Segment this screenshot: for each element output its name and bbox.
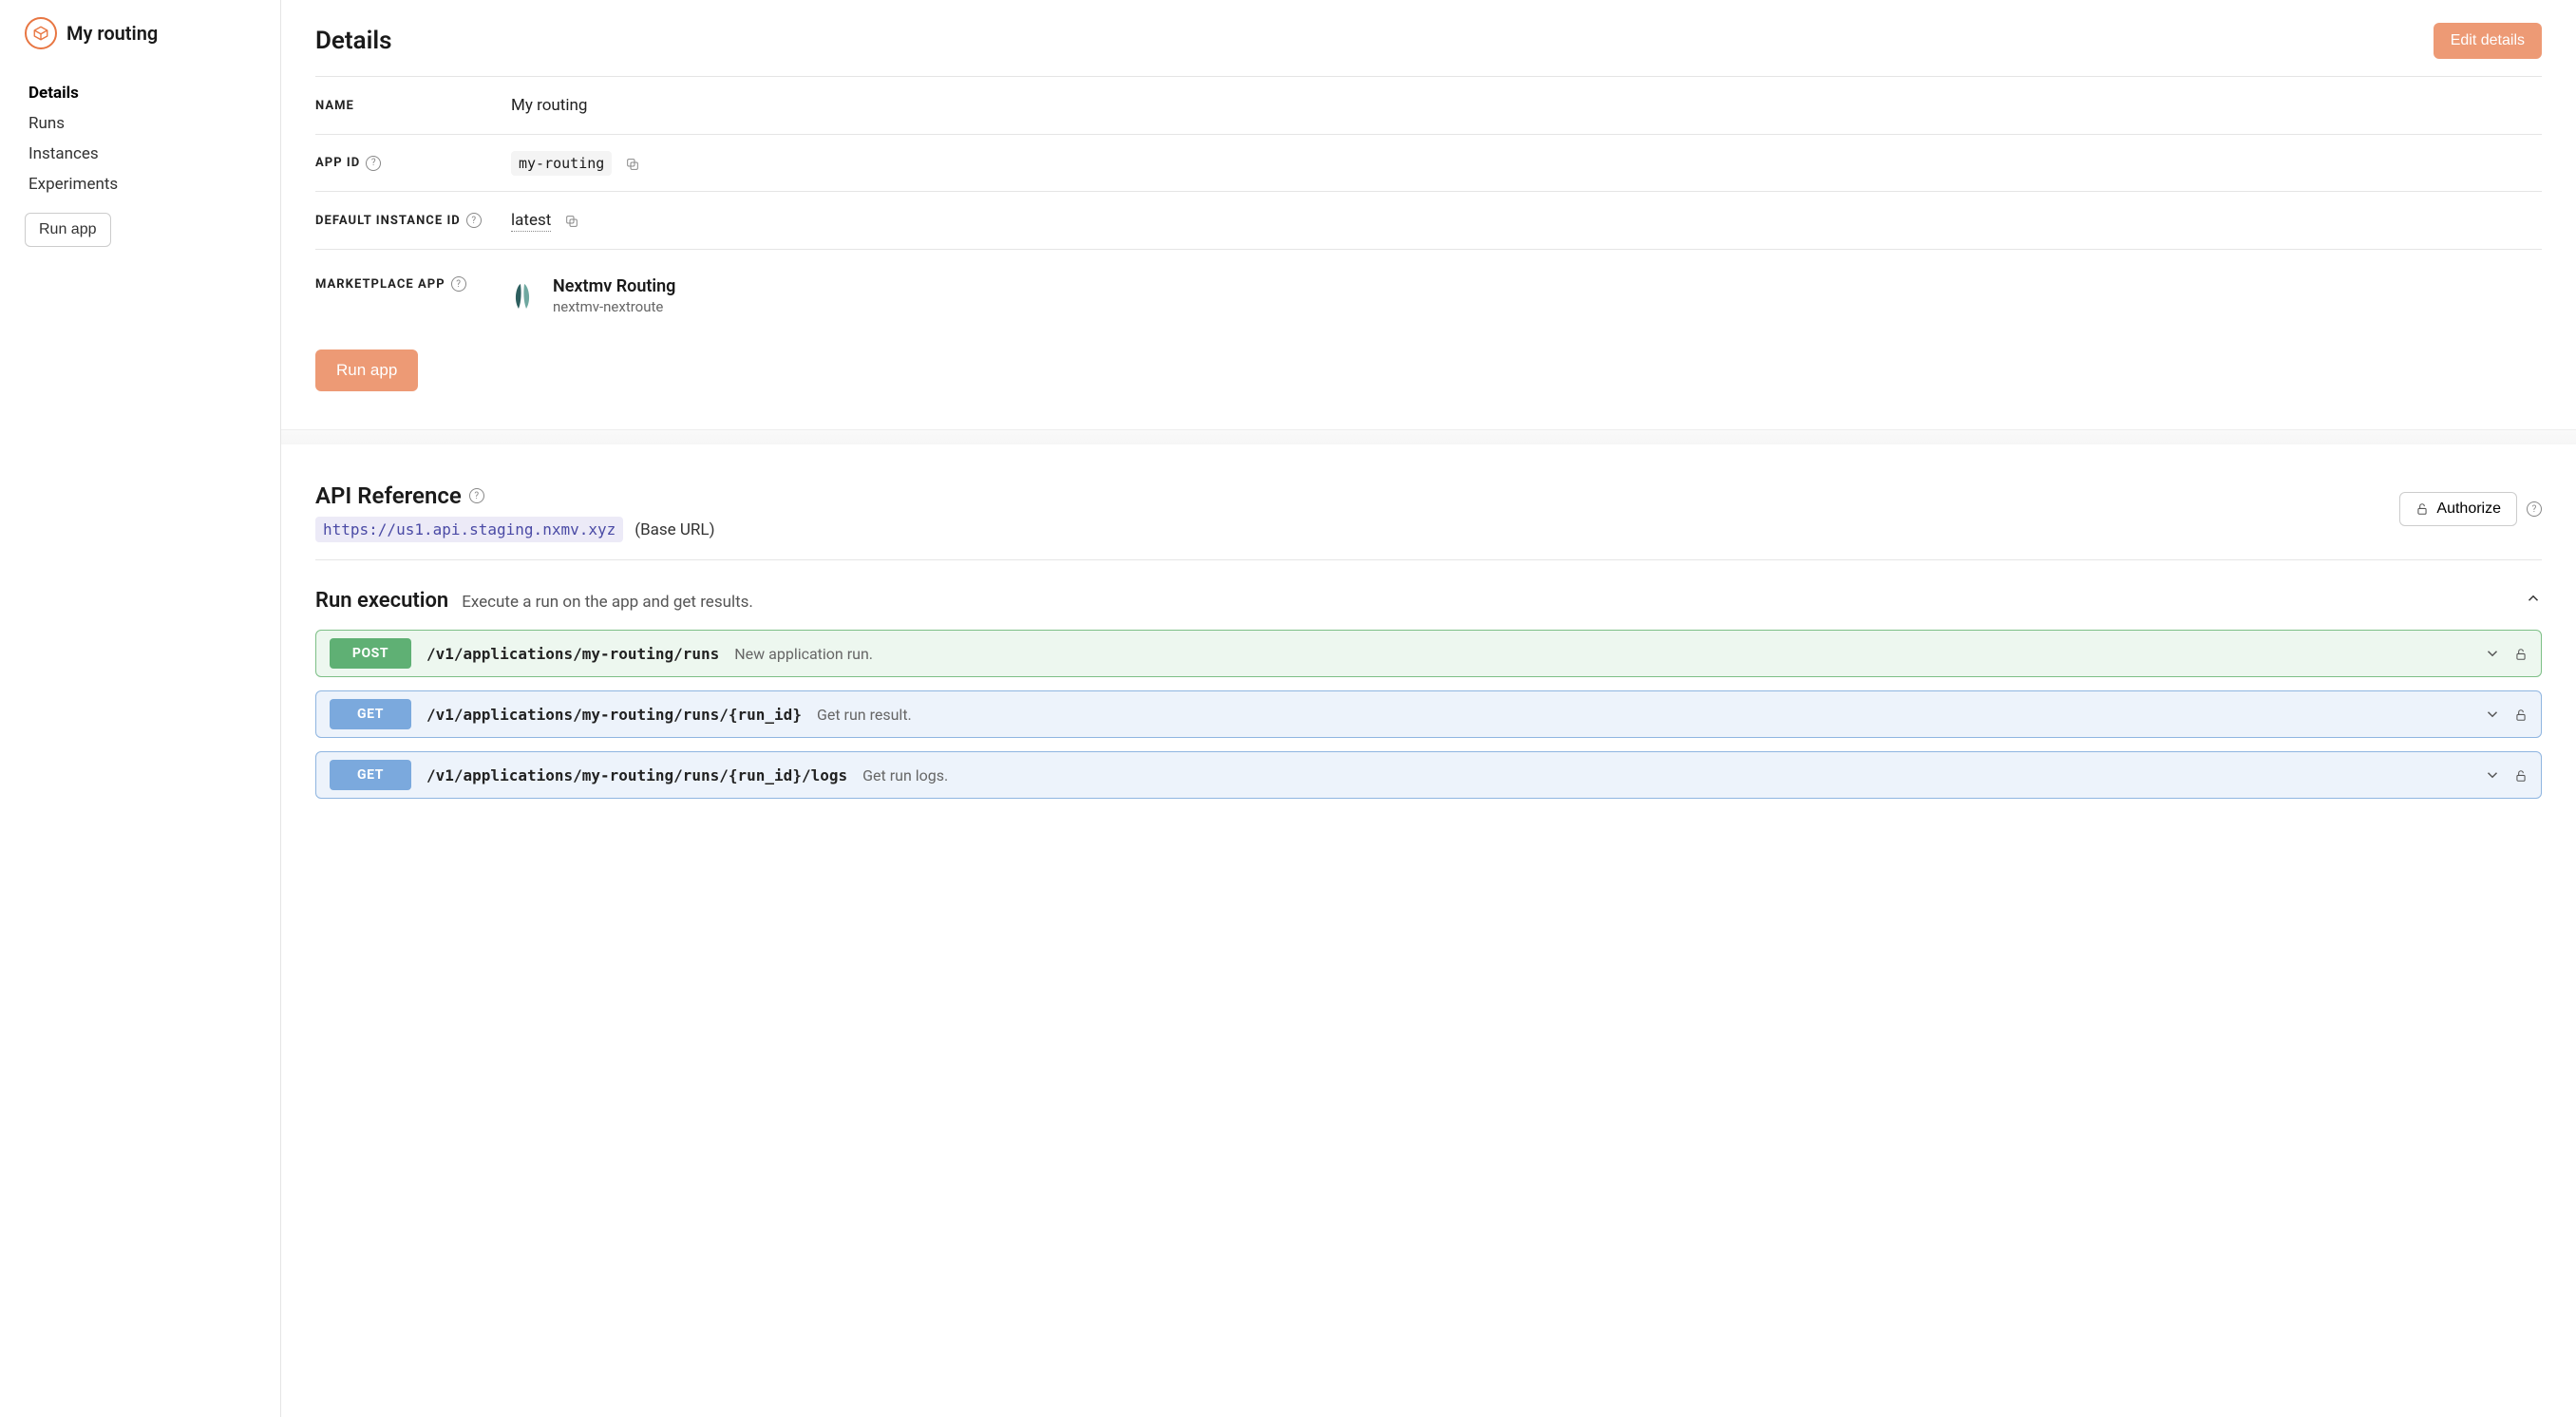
- app-title: My routing: [66, 22, 158, 45]
- nav-item-experiments[interactable]: Experiments: [25, 169, 256, 199]
- run-execution-title: Run execution: [315, 589, 448, 613]
- detail-label-app-id: APP ID ?: [315, 156, 511, 171]
- main-content: Details Edit details NAME My routing APP…: [281, 0, 2576, 1417]
- detail-value-name: My routing: [511, 96, 587, 115]
- marketplace-text: Nextmv Routing nextmv-nextroute: [553, 276, 675, 315]
- endpoint-desc: New application run.: [734, 645, 2469, 663]
- chevron-down-icon[interactable]: [2484, 706, 2501, 723]
- help-icon[interactable]: ?: [2527, 501, 2542, 517]
- detail-label-marketplace-text: MARKETPLACE APP: [315, 277, 445, 292]
- help-icon[interactable]: ?: [469, 488, 484, 503]
- help-icon[interactable]: ?: [451, 276, 466, 292]
- marketplace-id: nextmv-nextroute: [553, 298, 675, 315]
- leaf-icon: [511, 282, 534, 311]
- detail-value-default-instance[interactable]: latest: [511, 211, 551, 232]
- endpoint-tail: [2484, 706, 2528, 723]
- run-app-main-button[interactable]: Run app: [315, 350, 418, 391]
- detail-row-default-instance: DEFAULT INSTANCE ID ? latest: [315, 192, 2542, 250]
- authorize-button[interactable]: Authorize: [2399, 492, 2517, 526]
- run-execution-desc: Execute a run on the app and get results…: [462, 593, 753, 612]
- edit-details-button[interactable]: Edit details: [2434, 23, 2542, 59]
- method-badge: POST: [330, 638, 411, 669]
- detail-label-name: NAME: [315, 99, 511, 113]
- section-divider-band: [281, 429, 2576, 444]
- run-execution-header[interactable]: Run execution Execute a run on the app a…: [315, 589, 2542, 613]
- app-cube-icon: [25, 17, 57, 49]
- unlock-icon: [2415, 502, 2429, 516]
- copy-icon[interactable]: [625, 157, 640, 172]
- api-base-url: https://us1.api.staging.nxmv.xyz: [315, 517, 623, 542]
- help-icon[interactable]: ?: [466, 213, 482, 228]
- unlock-icon[interactable]: [2514, 768, 2528, 782]
- divider: [315, 559, 2542, 560]
- unlock-icon[interactable]: [2514, 708, 2528, 721]
- detail-value-app-id: my-routing: [511, 151, 612, 176]
- endpoint-desc: Get run result.: [817, 706, 2469, 724]
- endpoint-row[interactable]: POST/v1/applications/my-routing/runs New …: [315, 630, 2542, 677]
- nav-item-runs[interactable]: Runs: [25, 108, 256, 139]
- detail-label-default-instance: DEFAULT INSTANCE ID ?: [315, 213, 511, 228]
- copy-icon[interactable]: [564, 214, 579, 229]
- chevron-down-icon[interactable]: [2484, 766, 2501, 784]
- detail-value-app-id-wrap: my-routing: [511, 154, 640, 172]
- detail-value-default-instance-wrap: latest: [511, 211, 579, 230]
- endpoint-row[interactable]: GET/v1/applications/my-routing/runs/{run…: [315, 751, 2542, 799]
- endpoint-row[interactable]: GET/v1/applications/my-routing/runs/{run…: [315, 690, 2542, 738]
- api-title: API Reference ?: [315, 482, 715, 509]
- detail-row-name: NAME My routing: [315, 77, 2542, 135]
- detail-row-app-id: APP ID ? my-routing: [315, 135, 2542, 192]
- endpoints-list: POST/v1/applications/my-routing/runs New …: [315, 630, 2542, 799]
- detail-row-marketplace: MARKETPLACE APP ? Nextmv Routing nextmv-…: [315, 250, 2542, 350]
- api-base-url-label: (Base URL): [635, 520, 714, 539]
- method-badge: GET: [330, 699, 411, 729]
- endpoint-desc: Get run logs.: [862, 766, 2469, 784]
- marketplace-content: Nextmv Routing nextmv-nextroute: [511, 276, 675, 315]
- sidebar-header: My routing: [25, 17, 256, 49]
- endpoint-tail: [2484, 645, 2528, 662]
- sidebar: My routing Details Runs Instances Experi…: [0, 0, 281, 1417]
- endpoint-path: /v1/applications/my-routing/runs/{run_id…: [426, 706, 802, 724]
- help-icon[interactable]: ?: [366, 156, 381, 171]
- unlock-icon[interactable]: [2514, 647, 2528, 660]
- detail-label-app-id-text: APP ID: [315, 156, 360, 170]
- endpoint-path: /v1/applications/my-routing/runs/{run_id…: [426, 766, 847, 784]
- marketplace-name: Nextmv Routing: [553, 276, 675, 296]
- authorize-label: Authorize: [2436, 501, 2501, 518]
- page-title: Details: [315, 27, 392, 55]
- api-section: API Reference ? https://us1.api.staging.…: [315, 444, 2542, 799]
- chevron-up-icon[interactable]: [2525, 590, 2542, 607]
- api-title-text: API Reference: [315, 482, 462, 509]
- detail-label-marketplace: MARKETPLACE APP ?: [315, 276, 511, 292]
- nav-item-instances[interactable]: Instances: [25, 139, 256, 169]
- api-url-row: https://us1.api.staging.nxmv.xyz (Base U…: [315, 517, 715, 542]
- run-app-sidebar-button[interactable]: Run app: [25, 213, 111, 247]
- chevron-down-icon[interactable]: [2484, 645, 2501, 662]
- endpoint-tail: [2484, 766, 2528, 784]
- nav-list: Details Runs Instances Experiments: [25, 78, 256, 199]
- nav-item-details[interactable]: Details: [25, 78, 256, 108]
- method-badge: GET: [330, 760, 411, 790]
- endpoint-path: /v1/applications/my-routing/runs: [426, 645, 719, 663]
- detail-label-default-instance-text: DEFAULT INSTANCE ID: [315, 214, 461, 228]
- page-header: Details Edit details: [315, 23, 2542, 77]
